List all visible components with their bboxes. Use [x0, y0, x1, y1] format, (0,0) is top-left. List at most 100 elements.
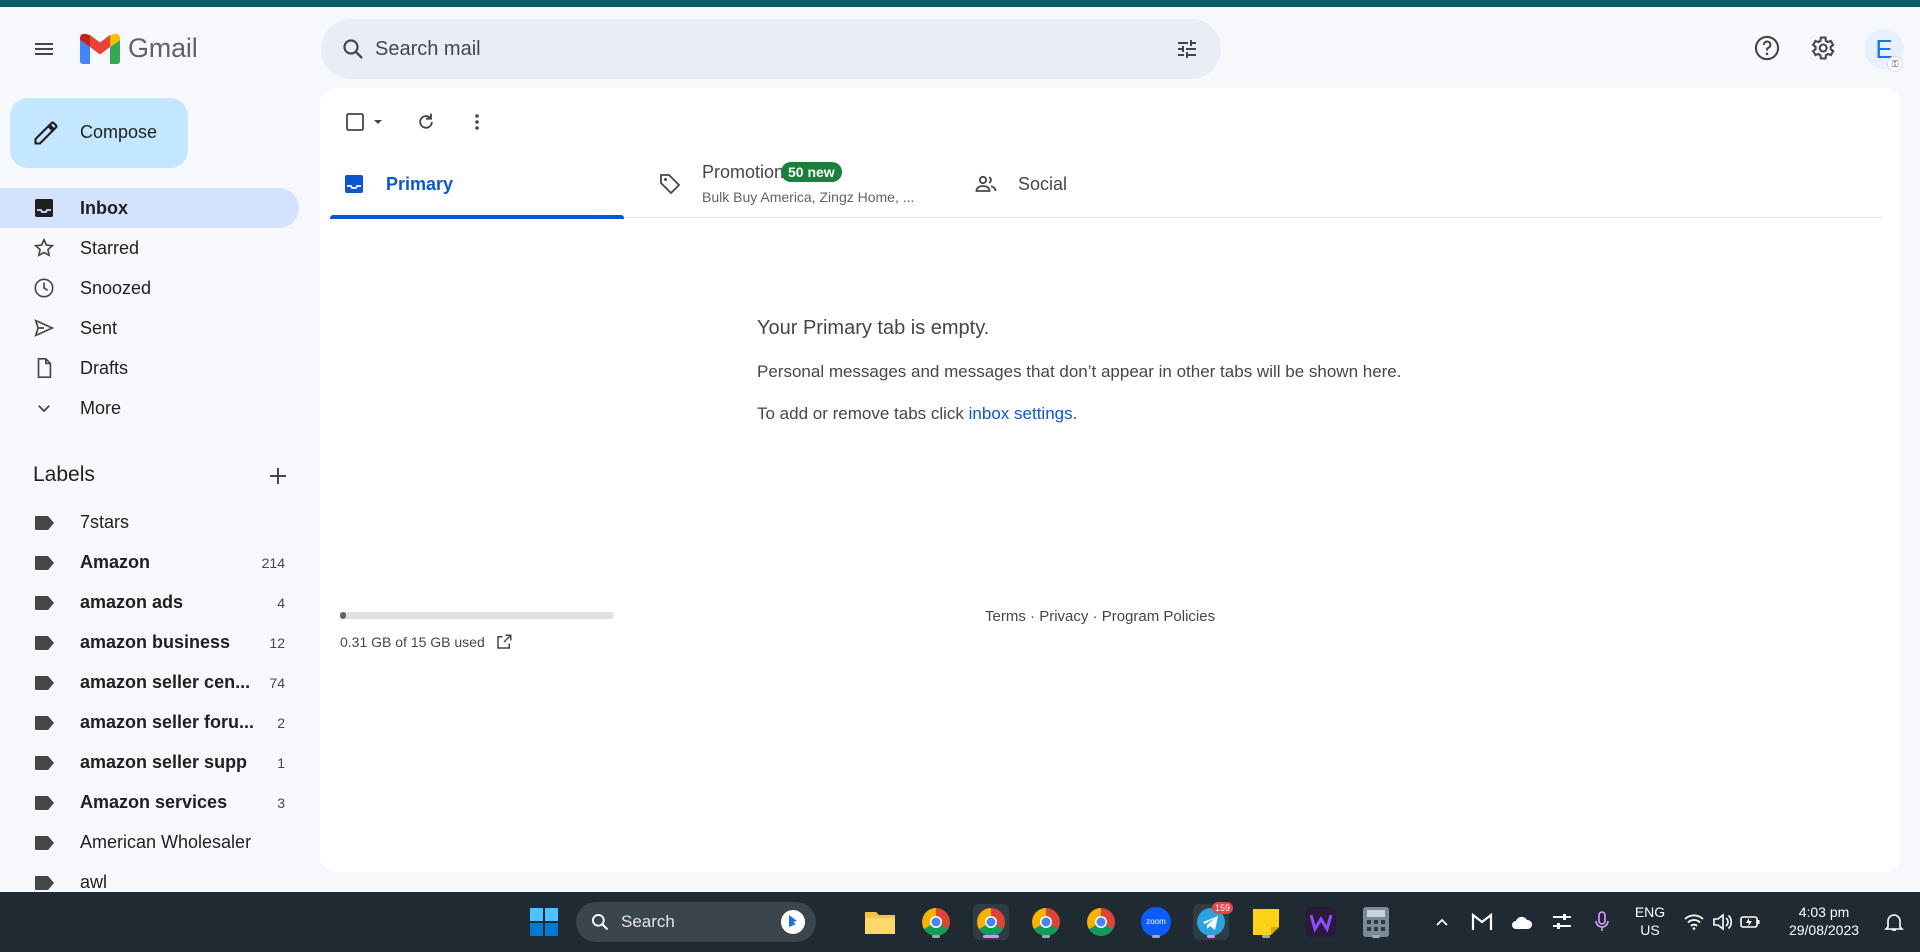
chrome-button-3[interactable]: [1028, 904, 1064, 940]
empty-state: Your Primary tab is empty. Personal mess…: [757, 317, 1557, 424]
labels-heading: Labels: [33, 463, 95, 486]
program-policies-link[interactable]: Program Policies: [1102, 608, 1215, 625]
wifi-icon: [1684, 914, 1704, 930]
search-input[interactable]: [375, 19, 1135, 79]
main-menu-button[interactable]: [24, 29, 64, 69]
tag-icon: [658, 172, 682, 196]
storage-usage: 0.31 GB of 15 GB used: [340, 612, 614, 651]
label-tag-icon: [35, 596, 54, 610]
chrome-button-2[interactable]: [973, 904, 1009, 940]
show-hidden-icons-button[interactable]: [1424, 904, 1460, 940]
sidebar-item-label: Inbox: [80, 197, 128, 218]
tab-primary[interactable]: Primary: [330, 150, 624, 219]
label-name: Amazon: [80, 552, 151, 572]
refresh-button[interactable]: [410, 106, 442, 138]
terms-link[interactable]: Terms: [985, 608, 1026, 625]
sidebar-label-item[interactable]: Amazon services 3: [0, 782, 299, 822]
zoom-icon-label: zoom: [1146, 917, 1166, 926]
search-button[interactable]: [335, 31, 371, 67]
sidebar-label-item[interactable]: Amazon 214: [0, 542, 299, 582]
sidebar-label-item[interactable]: amazon ads 4: [0, 582, 299, 622]
sidebar-label-item[interactable]: American Wholesaler: [0, 822, 299, 862]
w-app-button[interactable]: [1303, 904, 1339, 940]
sidebar-item-inbox[interactable]: Inbox: [0, 188, 299, 228]
search-options-button[interactable]: [1169, 31, 1205, 67]
label-name: amazon business: [80, 632, 231, 652]
file-explorer-button[interactable]: [862, 904, 898, 940]
chrome-icon: [1087, 908, 1115, 936]
sticky-notes-button[interactable]: [1248, 904, 1284, 940]
search-icon: [592, 914, 609, 931]
chrome-button-1[interactable]: [918, 904, 954, 940]
gmail-logo[interactable]: Gmail: [80, 33, 198, 64]
zoom-button[interactable]: zoom: [1138, 904, 1174, 940]
label-unread-count: 3: [277, 795, 285, 811]
input-language[interactable]: ENG US: [1628, 903, 1672, 939]
tab-label: Primary: [386, 174, 454, 194]
chevron-up-icon: [1436, 918, 1448, 926]
tab-promotions[interactable]: Promotions 50 new Bulk Buy America, Zing…: [646, 150, 940, 218]
privacy-link[interactable]: Privacy: [1039, 608, 1088, 625]
chrome-button-4[interactable]: [1083, 904, 1119, 940]
tray-settings-button[interactable]: [1544, 904, 1580, 940]
calculator-button[interactable]: [1358, 904, 1394, 940]
sidebar-item-drafts[interactable]: Drafts: [0, 348, 299, 388]
label-unread-count: 12: [269, 635, 285, 651]
label-unread-count: 214: [261, 555, 285, 571]
sidebar-label-item[interactable]: amazon seller cen... 74: [0, 662, 299, 702]
sidebar-label-item[interactable]: 7stars: [0, 502, 299, 542]
sidebar-item-label: More: [80, 397, 122, 418]
microphone-icon: [1595, 911, 1609, 931]
refresh-icon: [419, 113, 433, 129]
inbox-settings-link[interactable]: inbox settings: [969, 404, 1073, 423]
send-icon: [32, 316, 56, 340]
storage-bar: [340, 612, 614, 619]
sidebar-item-starred[interactable]: Starred: [0, 228, 299, 268]
chrome-icon: [922, 908, 950, 936]
sidebar-item-snoozed[interactable]: Snoozed: [0, 268, 299, 308]
label-tag-icon: [35, 716, 54, 730]
compose-button[interactable]: Compose: [10, 98, 188, 168]
sidebar-label-item[interactable]: amazon seller foru... 2: [0, 702, 299, 742]
gmail-tray-icon: [1471, 913, 1493, 930]
hint-suffix: .: [1072, 404, 1078, 423]
select-all-button[interactable]: [340, 106, 390, 138]
notifications-button[interactable]: [1876, 904, 1912, 940]
settings-button[interactable]: [1802, 28, 1842, 68]
label-name: American Wholesaler: [80, 832, 252, 852]
sidebar-item-label: Snoozed: [80, 277, 152, 298]
onedrive-button[interactable]: [1504, 904, 1540, 940]
label-tag-icon: [35, 796, 54, 810]
create-label-button[interactable]: [264, 462, 292, 490]
tab-social[interactable]: Social: [962, 150, 1256, 218]
more-options-button[interactable]: [461, 106, 493, 138]
chevron-down-icon: [32, 396, 56, 420]
open-in-new-icon[interactable]: [495, 633, 513, 651]
microphone-button[interactable]: [1584, 904, 1620, 940]
taskbar-search[interactable]: Search: [576, 902, 816, 942]
start-button[interactable]: [526, 904, 562, 940]
search-bar[interactable]: [321, 19, 1221, 79]
chrome-icon: [977, 908, 1005, 936]
windows-taskbar: Search zoom 159 ENG US 4:03 pm 29/08/202…: [0, 892, 1920, 952]
category-tabs: Primary Promotions 50 new Bulk Buy Ameri…: [330, 150, 1882, 219]
telegram-button[interactable]: 159: [1193, 902, 1233, 940]
cloud-icon: [1512, 916, 1533, 929]
folder-icon: [865, 912, 895, 934]
language-code: ENG: [1634, 904, 1666, 920]
people-icon: [974, 172, 998, 196]
gmail-tray-button[interactable]: [1464, 904, 1500, 940]
date-text: 29/08/2023: [1788, 922, 1860, 938]
sidebar-label-item[interactable]: amazon business 12: [0, 622, 299, 662]
sidebar-label-item[interactable]: amazon seller supp 1: [0, 742, 299, 782]
help-icon: [1754, 35, 1780, 61]
tune-icon: [1178, 40, 1196, 58]
support-button[interactable]: [1747, 28, 1787, 68]
sidebar-item-sent[interactable]: Sent: [0, 308, 299, 348]
running-indicator: [1042, 935, 1050, 938]
quick-settings-button[interactable]: [1680, 904, 1764, 940]
key-icon: ⚿: [1887, 56, 1903, 72]
sidebar-item-more[interactable]: More: [0, 388, 299, 428]
running-indicator: [1207, 935, 1215, 938]
clock[interactable]: 4:03 pm 29/08/2023: [1776, 903, 1872, 939]
